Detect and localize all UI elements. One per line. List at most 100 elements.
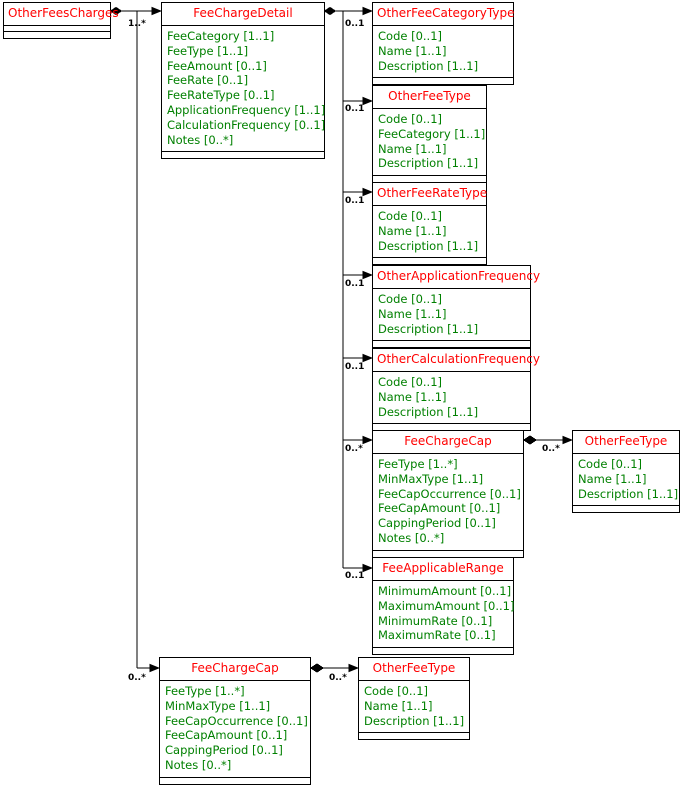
multiplicity-label-assoc-7: 0..*: [345, 444, 363, 454]
class-attribute: Name [1..1]: [378, 43, 447, 58]
class-attribute: Description [1..1]: [378, 58, 479, 73]
class-attribute: Code [0..1]: [578, 457, 643, 471]
multiplicity-label-assoc-8: 0..*: [542, 444, 560, 454]
class-attribute: FeeCategory [1..1]: [167, 29, 275, 43]
class-box-otherfeescharges[interactable]: OtherFeesCharges: [3, 2, 119, 39]
class-title: OtherFeesCharges: [4, 3, 119, 26]
class-box-feechargecap-bottom[interactable]: FeeChargeCap FeeType [1..*] MinMaxType […: [159, 657, 311, 785]
class-attribute: Name [1..1]: [364, 698, 433, 713]
class-operations-compartment: [160, 778, 310, 784]
class-attribute: Name [1..1]: [378, 389, 447, 404]
class-attribute: Code [0..1]: [378, 375, 443, 389]
class-attribute: MinMaxType [1..1]: [165, 698, 271, 713]
class-box-otherfeetype-3[interactable]: OtherFeeType Code [0..1] Name [1..1] Des…: [358, 657, 470, 741]
class-attribute: Code [0..1]: [378, 209, 443, 223]
class-attribute: CalculationFrequency [0..1]: [167, 117, 326, 132]
class-attributes-compartment: Code [0..1] Name [1..1] Description [1..…: [373, 26, 513, 79]
class-operations-compartment: [162, 152, 324, 158]
class-title: OtherFeeType: [573, 431, 679, 454]
class-attribute: Code [0..1]: [364, 684, 429, 698]
class-attribute: Name [1..1]: [378, 223, 447, 238]
class-box-feechargecap-mid[interactable]: FeeChargeCap FeeType [1..*] MinMaxType […: [372, 430, 524, 558]
class-attributes-compartment: Code [0..1] Name [1..1] Description [1..…: [359, 681, 469, 734]
class-box-otherfeeratetype[interactable]: OtherFeeRateType Code [0..1] Name [1..1]…: [372, 182, 487, 266]
class-attribute: FeeCapAmount [0..1]: [378, 501, 501, 516]
class-attribute: FeeType [1..*]: [378, 457, 458, 471]
class-attribute: Description [1..1]: [578, 486, 679, 501]
class-operations-compartment: [373, 341, 530, 347]
class-attribute: FeeType [1..1]: [167, 43, 249, 58]
class-attribute: ApplicationFrequency [1..1]: [167, 102, 326, 117]
class-attribute: Code [0..1]: [378, 292, 443, 306]
multiplicity-label-assoc-3: 0..1: [345, 104, 365, 114]
class-box-otherfeecategorytype[interactable]: OtherFeeCategoryType Code [0..1] Name [1…: [372, 2, 514, 86]
class-attribute: Code [0..1]: [378, 112, 443, 126]
class-operations-compartment: [573, 506, 679, 512]
class-box-otherfeetype-1[interactable]: OtherFeeType Code [0..1] FeeCategory [1.…: [372, 85, 487, 184]
class-operations-compartment: [373, 648, 513, 654]
class-attributes-compartment: Code [0..1] Name [1..1] Description [1..…: [373, 372, 530, 425]
class-title: OtherFeeType: [373, 86, 486, 109]
class-attribute: MinMaxType [1..1]: [378, 471, 484, 486]
class-attribute: CappingPeriod [0..1]: [378, 516, 496, 531]
class-attributes-compartment: Code [0..1] Name [1..1] Description [1..…: [373, 289, 530, 342]
class-operations-compartment: [373, 78, 513, 84]
class-attribute: CappingPeriod [0..1]: [165, 743, 283, 758]
class-attributes-compartment: MinimumAmount [0..1] MaximumAmount [0..1…: [373, 581, 515, 649]
class-box-othercalculationfrequency[interactable]: OtherCalculationFrequency Code [0..1] Na…: [372, 348, 540, 432]
class-attribute: MinimumRate [0..1]: [378, 613, 493, 628]
class-attribute: Notes [0..*]: [167, 132, 234, 147]
class-attribute: FeeRateType [0..1]: [167, 88, 275, 103]
class-attribute: FeeCategory [1..1]: [378, 126, 486, 141]
class-attribute: MaximumRate [0..1]: [378, 628, 496, 643]
class-title: OtherFeeRateType: [373, 183, 487, 206]
class-attribute: Name [1..1]: [378, 306, 447, 321]
class-attribute: Name [1..1]: [378, 141, 447, 156]
class-title: OtherApplicationFrequency: [373, 266, 540, 289]
class-attribute: FeeCapOccurrence [0..1]: [165, 713, 308, 728]
class-attribute: Notes [0..*]: [378, 530, 445, 545]
multiplicity-label-assoc-5: 0..1: [345, 279, 365, 289]
class-operations-compartment: [359, 733, 469, 739]
class-attribute: Notes [0..*]: [165, 757, 232, 772]
class-box-feeapplicablerange[interactable]: FeeApplicableRange MinimumAmount [0..1] …: [372, 557, 515, 656]
class-box-feechargedetail[interactable]: FeeChargeDetail FeeCategory [1..1] FeeTy…: [161, 2, 326, 160]
class-attribute: FeeAmount [0..1]: [167, 58, 267, 73]
class-title: FeeApplicableRange: [373, 558, 513, 581]
multiplicity-label-assoc-9: 0..1: [345, 571, 365, 581]
class-attributes-compartment: FeeType [1..*] MinMaxType [1..1] FeeCapO…: [373, 454, 523, 551]
class-attribute: FeeType [1..*]: [165, 684, 245, 698]
class-attribute: Description [1..1]: [378, 404, 479, 419]
multiplicity-label-assoc-2: 0..1: [345, 19, 365, 29]
class-attribute: Code [0..1]: [378, 29, 443, 43]
multiplicity-label-assoc-6: 0..1: [345, 362, 365, 372]
class-title: FeeChargeCap: [160, 658, 310, 681]
multiplicity-label-assoc-11: 0..*: [329, 673, 347, 683]
class-attribute: Name [1..1]: [578, 471, 647, 486]
class-attribute: Description [1..1]: [378, 321, 479, 336]
class-attribute: MinimumAmount [0..1]: [378, 584, 512, 598]
class-title: OtherFeeCategoryType: [373, 3, 514, 26]
class-title: OtherFeeType: [359, 658, 469, 681]
class-box-otherfeetype-2[interactable]: OtherFeeType Code [0..1] Name [1..1] Des…: [572, 430, 680, 514]
class-attribute: FeeRate [0..1]: [167, 73, 249, 88]
class-title: FeeChargeDetail: [162, 3, 324, 26]
class-attributes-compartment: FeeType [1..*] MinMaxType [1..1] FeeCapO…: [160, 681, 310, 778]
class-operations-compartment: [373, 551, 523, 557]
class-attribute: FeeCapAmount [0..1]: [165, 728, 288, 743]
class-box-otherapplicationfrequency[interactable]: OtherApplicationFrequency Code [0..1] Na…: [372, 265, 540, 349]
class-operations-compartment: [4, 32, 110, 38]
class-attributes-compartment: Code [0..1] FeeCategory [1..1] Name [1..…: [373, 109, 486, 177]
class-attribute: MaximumAmount [0..1]: [378, 598, 515, 613]
class-title: OtherCalculationFrequency: [373, 349, 540, 372]
class-operations-compartment: [373, 258, 486, 264]
multiplicity-label-assoc-1: 1..*: [128, 19, 146, 29]
class-title: FeeChargeCap: [373, 431, 523, 454]
uml-class-diagram-canvas: OtherFeesCharges FeeChargeDetail FeeCate…: [0, 0, 681, 789]
association-lines-layer: [109, 6, 574, 673]
class-attributes-compartment: Code [0..1] Name [1..1] Description [1..…: [373, 206, 486, 259]
class-attribute: Description [1..1]: [378, 156, 479, 171]
multiplicity-label-assoc-10: 0..*: [128, 673, 146, 683]
class-attribute: FeeCapOccurrence [0..1]: [378, 486, 521, 501]
class-attributes-compartment: Code [0..1] Name [1..1] Description [1..…: [573, 454, 679, 507]
